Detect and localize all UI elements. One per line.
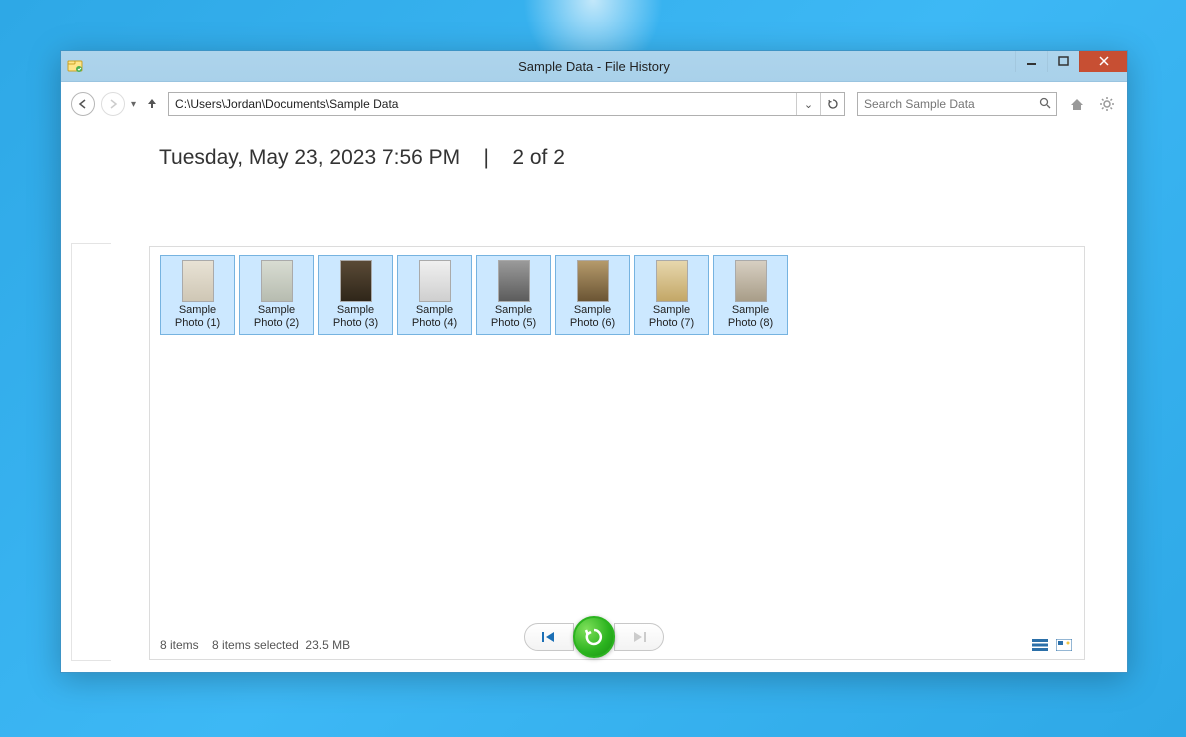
home-button[interactable] — [1067, 94, 1087, 114]
restore-button[interactable] — [573, 616, 615, 658]
restore-icon — [582, 625, 606, 649]
thumbnail-label: Sample Photo (8) — [716, 304, 785, 330]
thumbnail-image — [735, 260, 767, 302]
thumbnail-label: Sample Photo (7) — [637, 304, 706, 330]
address-input[interactable] — [169, 97, 796, 111]
content-area: Tuesday, May 23, 2023 7:56 PM | 2 of 2 S… — [61, 126, 1127, 672]
thumbnail-label: Sample Photo (5) — [479, 304, 548, 330]
file-history-window: Sample Data - File History ▾ — [60, 50, 1128, 673]
titlebar[interactable]: Sample Data - File History — [61, 51, 1127, 82]
next-version-button[interactable] — [614, 623, 664, 651]
app-icon — [67, 58, 83, 74]
thumbnail-label: Sample Photo (2) — [242, 304, 311, 330]
version-page: 2 of 2 — [512, 146, 565, 169]
refresh-button[interactable] — [820, 93, 844, 115]
chevron-down-icon: ⌄ — [804, 98, 813, 111]
minimize-button[interactable] — [1015, 51, 1047, 72]
window-controls — [1015, 51, 1127, 72]
back-button[interactable] — [71, 92, 95, 116]
window-title: Sample Data - File History — [61, 59, 1127, 74]
file-thumbnail[interactable]: Sample Photo (8) — [713, 255, 788, 335]
thumbnail-image — [656, 260, 688, 302]
skip-prev-icon — [540, 630, 558, 644]
search-input[interactable] — [858, 97, 1034, 111]
file-thumbnail[interactable]: Sample Photo (6) — [555, 255, 630, 335]
gear-icon — [1099, 96, 1115, 112]
thumbnail-image — [261, 260, 293, 302]
version-nav — [61, 616, 1127, 658]
forward-button[interactable] — [101, 92, 125, 116]
thumbnail-image — [498, 260, 530, 302]
version-timestamp: Tuesday, May 23, 2023 7:56 PM — [159, 146, 460, 169]
up-button[interactable] — [142, 96, 162, 113]
toolbar: ▾ ⌄ — [61, 82, 1127, 126]
arrow-left-icon — [77, 98, 89, 110]
search-icon — [1034, 97, 1056, 112]
file-thumbnail[interactable]: Sample Photo (2) — [239, 255, 314, 335]
address-dropdown[interactable]: ⌄ — [796, 93, 820, 115]
thumbnail-label: Sample Photo (4) — [400, 304, 469, 330]
thumbnail-image — [182, 260, 214, 302]
close-button[interactable] — [1079, 51, 1127, 72]
previous-version-button[interactable] — [524, 623, 574, 651]
address-bar[interactable]: ⌄ — [168, 92, 845, 116]
file-thumbnail[interactable]: Sample Photo (5) — [476, 255, 551, 335]
refresh-icon — [827, 98, 839, 110]
home-icon — [1069, 96, 1085, 112]
settings-button[interactable] — [1097, 94, 1117, 114]
file-thumbnail[interactable]: Sample Photo (1) — [160, 255, 235, 335]
thumbnail-image — [577, 260, 609, 302]
thumbnail-label: Sample Photo (1) — [163, 304, 232, 330]
file-thumbnail[interactable]: Sample Photo (7) — [634, 255, 709, 335]
version-heading: Tuesday, May 23, 2023 7:56 PM | 2 of 2 — [159, 146, 1117, 170]
file-panel[interactable]: Sample Photo (1) Sample Photo (2) Sample P… — [149, 246, 1085, 660]
thumbnail-image — [340, 260, 372, 302]
panel-shadow — [71, 243, 111, 661]
search-box[interactable] — [857, 92, 1057, 116]
arrow-right-icon — [107, 98, 119, 110]
heading-separator: | — [484, 146, 489, 169]
thumbnail-label: Sample Photo (3) — [321, 304, 390, 330]
file-thumbnail[interactable]: Sample Photo (3) — [318, 255, 393, 335]
arrow-up-icon — [145, 96, 159, 110]
history-dropdown[interactable]: ▾ — [131, 99, 136, 110]
thumbnail-label: Sample Photo (6) — [558, 304, 627, 330]
maximize-button[interactable] — [1047, 51, 1079, 72]
thumbnail-image — [419, 260, 451, 302]
skip-next-icon — [630, 630, 648, 644]
file-thumbnail[interactable]: Sample Photo (4) — [397, 255, 472, 335]
thumbnail-grid: Sample Photo (1) Sample Photo (2) Sample P… — [160, 255, 1074, 335]
